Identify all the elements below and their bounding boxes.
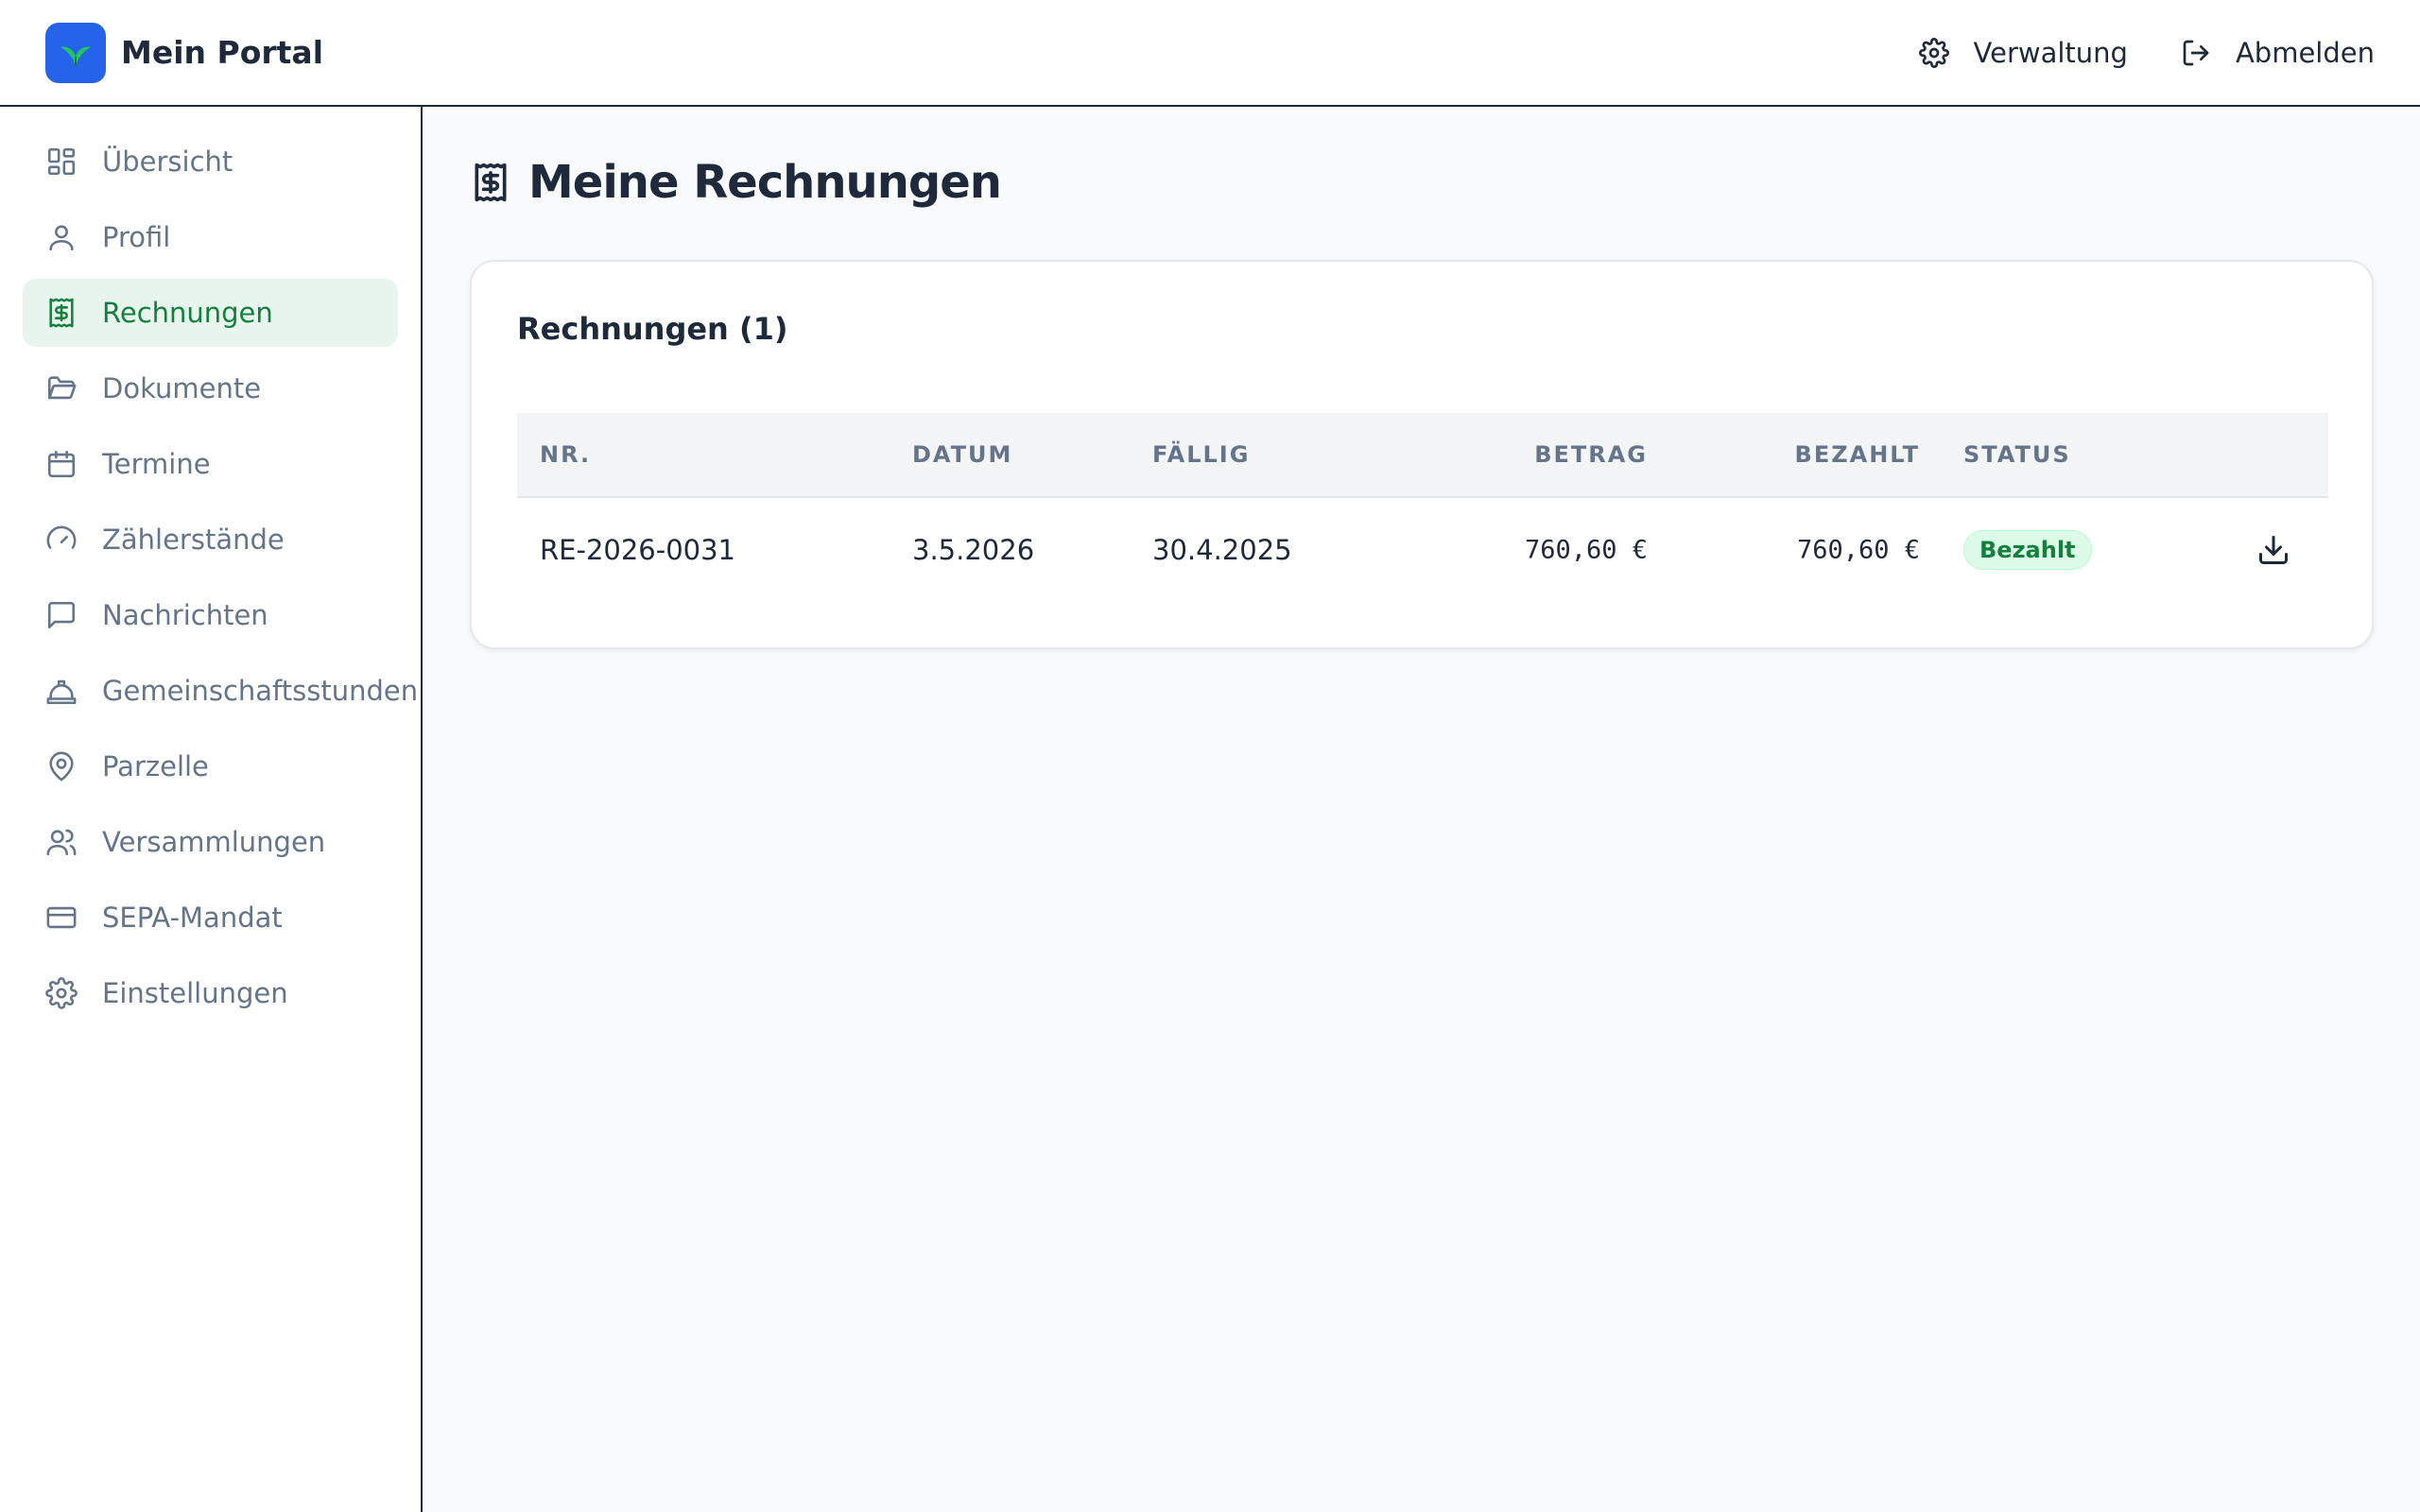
table-row[interactable]: RE-2026-0031 3.5.2026 30.4.2025 760,60 €… — [517, 498, 2328, 602]
top-bar: Mein Portal Verwaltung Abmelden — [0, 0, 2420, 107]
user-icon — [49, 225, 74, 251]
sidebar-item-label: Parzelle — [102, 750, 209, 782]
calendar-icon — [47, 450, 76, 478]
sidebar-item-uebersicht[interactable]: Übersicht — [23, 128, 398, 196]
logo-icon — [45, 22, 106, 83]
sidebar: Übersicht Profil Rechnungen Dokumente Te… — [0, 107, 423, 1512]
column-header-betrag[interactable]: BETRAG — [1534, 441, 1648, 468]
invoice-due-date: 30.4.2025 — [1152, 534, 1292, 566]
logout-icon — [2183, 40, 2209, 65]
page-title-text: Meine Rechnungen — [528, 156, 1002, 209]
sidebar-item-versammlungen[interactable]: Versammlungen — [23, 808, 398, 876]
invoices-card: Rechnungen (1) NR. DATUM FÄLLIG BETRAG B… — [470, 260, 2374, 649]
admin-button[interactable]: Verwaltung — [1918, 36, 2128, 69]
status-badge: Bezahlt — [1963, 530, 2092, 570]
invoice-paid: 760,60 € — [1796, 535, 1920, 565]
column-header-bezahlt[interactable]: BEZAHLT — [1795, 441, 1920, 468]
table-header: NR. DATUM FÄLLIG BETRAG BEZAHLT STATUS — [517, 413, 2328, 498]
download-button[interactable] — [2256, 533, 2290, 567]
sidebar-item-parzelle[interactable]: Parzelle — [23, 732, 398, 800]
status-cell: Bezahlt — [1963, 530, 2092, 570]
invoice-amount: 760,60 € — [1524, 535, 1648, 565]
sidebar-item-label: Rechnungen — [102, 297, 273, 329]
card-title: Rechnungen (1) — [517, 311, 788, 347]
sidebar-item-einstellungen[interactable]: Einstellungen — [23, 959, 398, 1027]
download-icon — [2259, 536, 2288, 564]
sidebar-item-label: SEPA-Mandat — [102, 902, 283, 934]
brand-title: Mein Portal — [121, 34, 324, 71]
sidebar-item-label: Termine — [102, 448, 211, 480]
receipt-icon — [49, 298, 74, 328]
sidebar-item-label: Dokumente — [102, 372, 262, 404]
sidebar-item-gemeinschaftsstunden[interactable]: Gemeinschaftsstunden — [23, 657, 418, 725]
logout-button[interactable]: Abmelden — [2181, 37, 2375, 69]
column-header-nr[interactable]: NR. — [540, 441, 591, 468]
logout-label: Abmelden — [2235, 36, 2375, 69]
sidebar-item-profil[interactable]: Profil — [23, 203, 398, 271]
gear-icon — [1918, 37, 1949, 68]
sidebar-item-label: Versammlungen — [102, 826, 326, 858]
sidebar-item-label: Nachrichten — [102, 599, 268, 631]
sidebar-item-sepa-mandat[interactable]: SEPA-Mandat — [23, 884, 398, 952]
message-icon — [47, 601, 76, 629]
sidebar-item-label: Profil — [102, 221, 171, 253]
users-icon — [46, 829, 77, 856]
column-header-datum[interactable]: DATUM — [912, 441, 1012, 468]
column-header-faellig[interactable]: FÄLLIG — [1152, 441, 1250, 468]
sidebar-item-rechnungen[interactable]: Rechnungen — [23, 279, 398, 347]
gear-icon — [45, 977, 78, 1009]
sidebar-item-dokumente[interactable]: Dokumente — [23, 354, 398, 422]
page-title: Meine Rechnungen — [470, 156, 1002, 209]
map-pin-icon — [49, 751, 74, 782]
sidebar-item-termine[interactable]: Termine — [23, 430, 398, 498]
column-header-status[interactable]: STATUS — [1963, 441, 2071, 468]
receipt-icon — [475, 163, 507, 202]
gauge-icon — [46, 525, 77, 549]
invoice-number: RE-2026-0031 — [540, 534, 736, 566]
invoices-table: NR. DATUM FÄLLIG BETRAG BEZAHLT STATUS R… — [517, 413, 2328, 602]
brand[interactable]: Mein Portal — [45, 22, 324, 83]
sidebar-item-label: Zählerstände — [102, 524, 285, 556]
sidebar-item-label: Übersicht — [102, 146, 233, 178]
sidebar-item-zaehlerstaende[interactable]: Zählerstände — [23, 506, 398, 574]
hardhat-icon — [46, 679, 77, 705]
folder-icon — [47, 376, 77, 400]
invoice-date: 3.5.2026 — [912, 534, 1035, 566]
sidebar-item-label: Einstellungen — [102, 977, 288, 1009]
main-content: Meine Rechnungen Rechnungen (1) NR. DATU… — [424, 109, 2420, 1512]
dashboard-icon — [47, 147, 76, 176]
credit-card-icon — [46, 906, 77, 929]
sidebar-item-label: Gemeinschaftsstunden — [102, 675, 419, 707]
admin-label: Verwaltung — [1973, 36, 2128, 69]
sidebar-item-nachrichten[interactable]: Nachrichten — [23, 581, 398, 649]
